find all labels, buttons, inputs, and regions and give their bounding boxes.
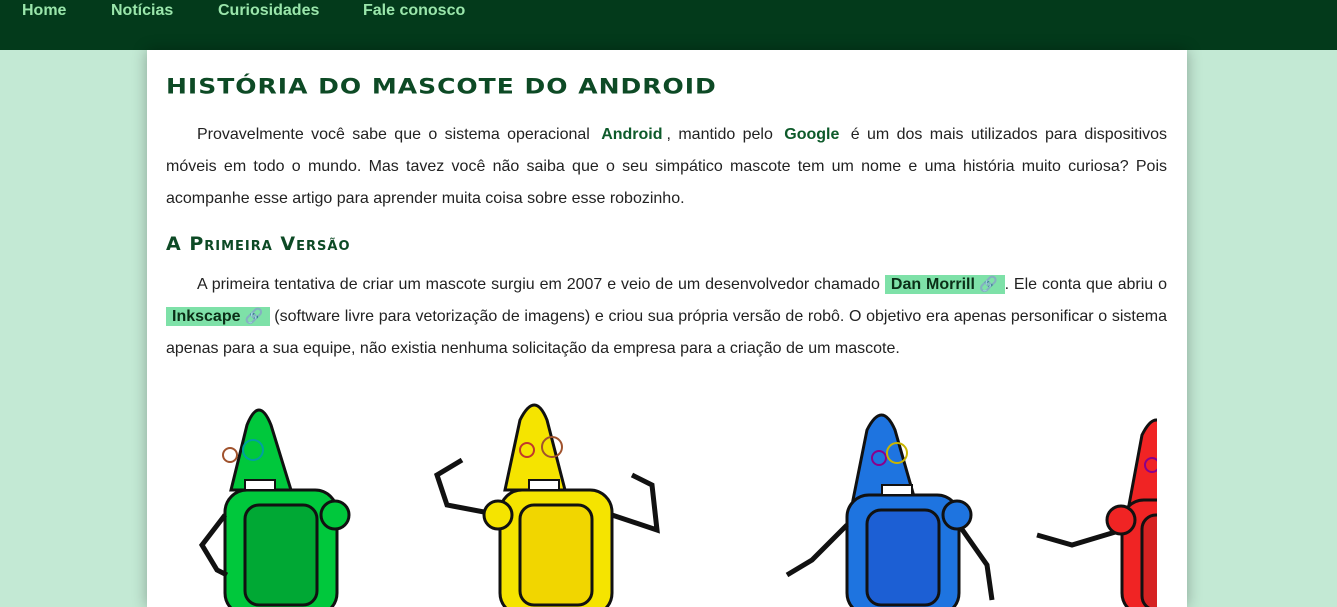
- main-nav: Home Notícias Curiosidades Fale conosco: [0, 0, 1337, 22]
- section-heading: A Primeira Versão: [166, 233, 351, 255]
- inkscape-label: Inkscape: [172, 308, 241, 325]
- section-text-1: A primeira tentativa de criar um mascote…: [197, 276, 880, 293]
- nav-noticias[interactable]: Notícias: [111, 2, 173, 20]
- robot-green: [198, 408, 351, 607]
- robot-mascots-image: [198, 403, 1157, 607]
- section-paragraph: A primeira tentativa de criar um mascote…: [166, 269, 1167, 365]
- top-navbar: Home Notícias Curiosidades Fale conosco: [0, 0, 1337, 50]
- intro-paragraph: Provavelmente você sabe que o sistema op…: [166, 119, 1167, 215]
- paperclip-icon: 🔗: [978, 276, 999, 293]
- intro-text-2: , mantido pelo: [666, 126, 773, 143]
- robot-blue: [785, 413, 995, 607]
- android-brand: Android: [601, 126, 663, 143]
- article-title: História do Mascote do Android: [166, 74, 717, 99]
- article-card: História do Mascote do Android Provavelm…: [147, 50, 1187, 607]
- nav-curiosidades[interactable]: Curiosidades: [218, 2, 319, 20]
- section-text-3: (software livre para vetorização de imag…: [166, 308, 1167, 357]
- dan-morrill-link[interactable]: Dan Morrill 🔗: [884, 275, 1005, 294]
- dan-morrill-label: Dan Morrill: [890, 276, 975, 293]
- nav-home[interactable]: Home: [22, 2, 66, 20]
- robot-yellow: [433, 403, 660, 607]
- nav-fale-conosco[interactable]: Fale conosco: [363, 2, 465, 20]
- robot-red: [1036, 418, 1157, 607]
- google-brand: Google: [784, 126, 840, 143]
- inkscape-link[interactable]: Inkscape 🔗: [166, 307, 270, 326]
- section-text-2: . Ele conta que abriu o: [1004, 276, 1168, 293]
- intro-text-1: Provavelmente você sabe que o sistema op…: [197, 126, 590, 143]
- paperclip-icon: 🔗: [244, 308, 264, 325]
